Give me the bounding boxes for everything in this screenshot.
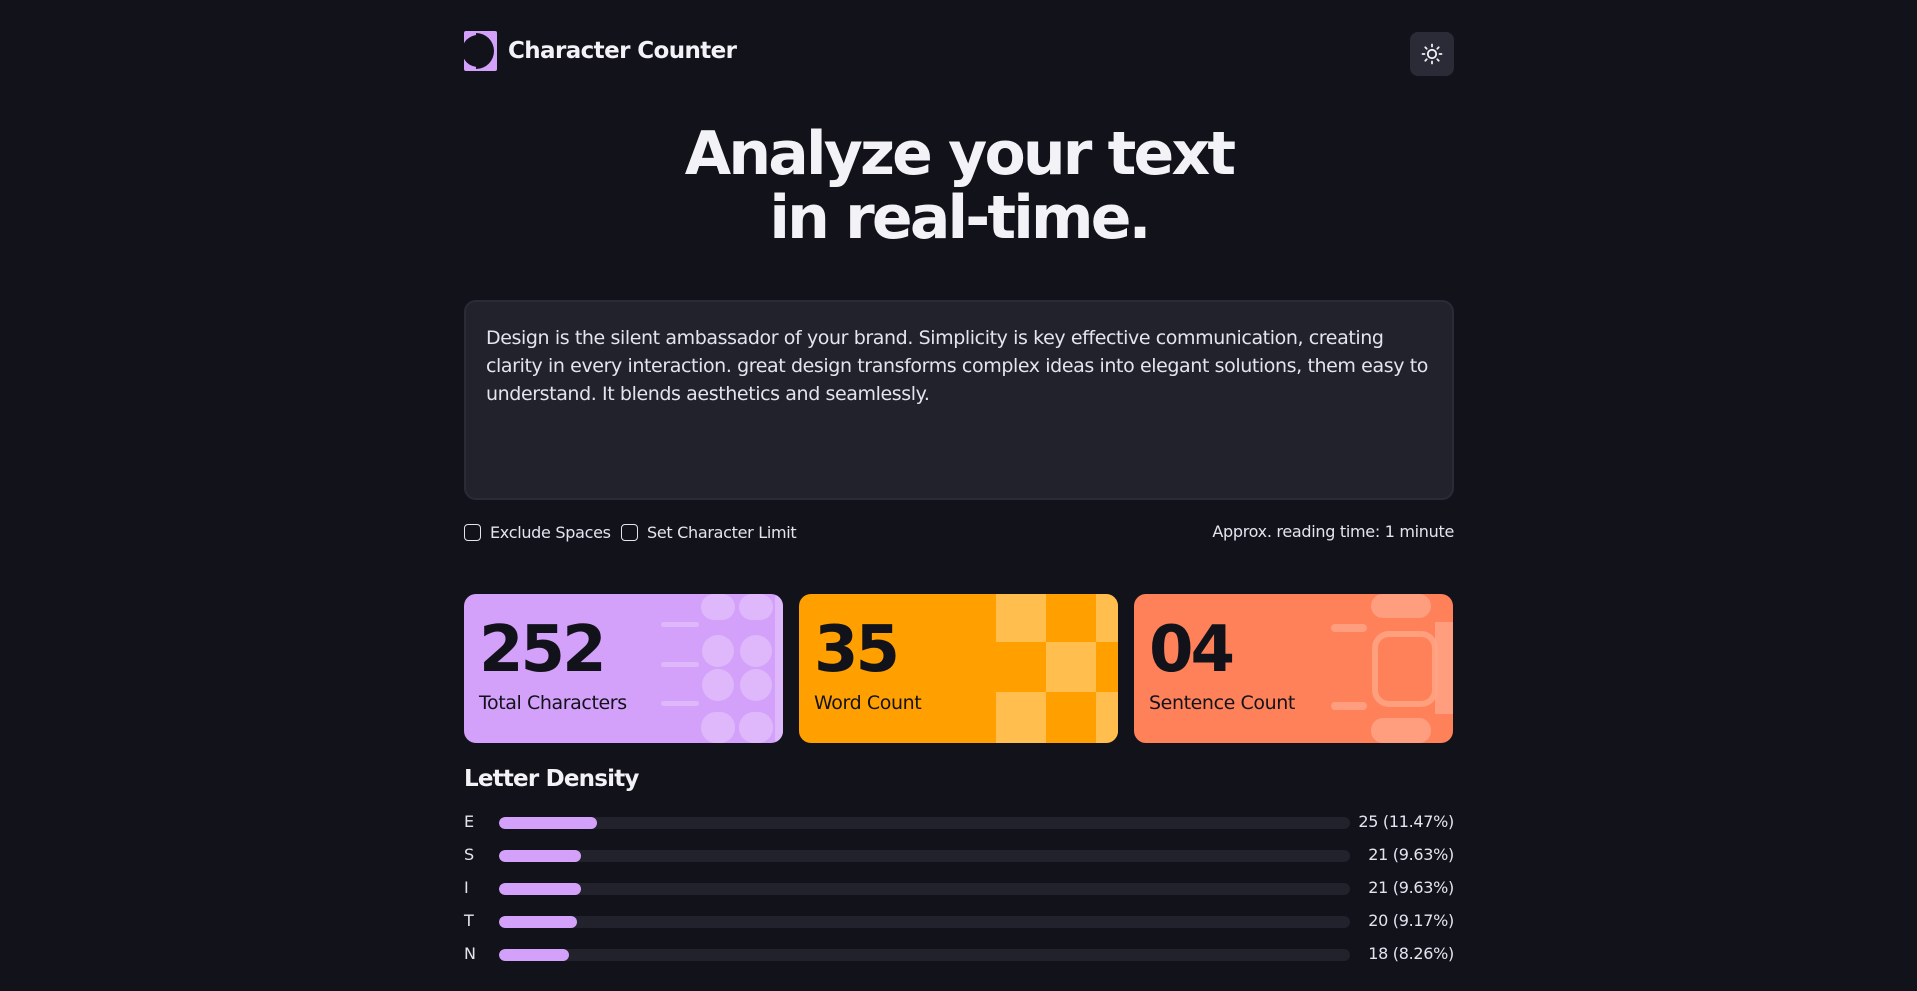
density-row: T 20 (9.17%) (464, 909, 1454, 942)
sentence-count-card: 04 Sentence Count (1134, 594, 1453, 743)
header: Character Counter (464, 31, 1454, 77)
exclude-spaces-option[interactable]: Exclude Spaces (464, 520, 611, 544)
theme-toggle-button[interactable] (1410, 32, 1454, 76)
density-count: 21 (9.63%) (1368, 845, 1454, 864)
reading-time: Approx. reading time: 1 minute (1212, 522, 1454, 541)
exclude-spaces-checkbox[interactable] (464, 523, 481, 541)
density-row: I 21 (9.63%) (464, 876, 1454, 909)
density-letter: N (464, 944, 476, 963)
total-characters-card: 252 Total Characters (464, 594, 783, 743)
logo[interactable]: Character Counter (464, 31, 737, 71)
card-pattern-circles (661, 594, 783, 743)
card-pattern-rounded-squares (1331, 594, 1453, 743)
density-bar-track (499, 817, 1350, 829)
density-letter: E (464, 812, 475, 831)
options-row: Exclude Spaces Set Character Limit Appro… (464, 520, 1454, 544)
density-bar-track (499, 916, 1350, 928)
hero-line-1: Analyze your text (684, 119, 1236, 189)
density-bar-fill (499, 916, 578, 928)
density-bar-track (499, 949, 1350, 961)
density-row: N 18 (8.26%) (464, 942, 1454, 975)
density-count: 18 (8.26%) (1368, 944, 1454, 963)
character-limit-label: Set Character Limit (647, 522, 797, 542)
sentence-count-value: 04 (1149, 613, 1235, 687)
density-bar-fill (499, 949, 570, 961)
density-count: 21 (9.63%) (1368, 878, 1454, 897)
density-row: S 21 (9.63%) (464, 843, 1454, 876)
word-count-label: Word Count (814, 692, 922, 714)
density-bar-track (499, 850, 1350, 862)
density-count: 20 (9.17%) (1368, 911, 1454, 930)
app-title: Character Counter (508, 38, 737, 64)
total-characters-value: 252 (479, 613, 607, 687)
stat-cards: 252 Total Characters 35 Word Count 04 Se… (464, 594, 1454, 743)
density-bar-fill (499, 850, 581, 862)
density-letter: S (464, 845, 475, 864)
text-input[interactable]: Design is the silent ambassador of your … (464, 300, 1454, 500)
density-bar-track (499, 883, 1350, 895)
density-count: 25 (11.47%) (1358, 812, 1454, 831)
sentence-count-label: Sentence Count (1149, 692, 1295, 714)
density-letter: I (464, 878, 469, 897)
exclude-spaces-label: Exclude Spaces (490, 522, 611, 542)
character-limit-checkbox[interactable] (621, 523, 638, 541)
total-characters-label: Total Characters (479, 692, 627, 714)
hero-line-2: in real-time. (769, 183, 1151, 253)
word-count-card: 35 Word Count (799, 594, 1118, 743)
letter-density-list: E 25 (11.47%) S 21 (9.63%) I 21 (9.63%) T 20 (9… (464, 810, 1454, 975)
character-limit-option[interactable]: Set Character Limit (621, 520, 797, 544)
logo-mark-icon (464, 31, 497, 71)
letter-density-title: Letter Density (464, 766, 639, 792)
hero-heading: Analyze your text in real-time. (464, 122, 1454, 250)
density-row: E 25 (11.47%) (464, 810, 1454, 843)
density-bar-fill (499, 817, 597, 829)
density-bar-fill (499, 883, 581, 895)
sun-icon (1421, 43, 1443, 65)
page: Character Counter Analyze your text in r… (0, 0, 1917, 991)
card-pattern-squares (996, 594, 1118, 743)
word-count-value: 35 (814, 613, 900, 687)
density-letter: T (464, 911, 474, 930)
